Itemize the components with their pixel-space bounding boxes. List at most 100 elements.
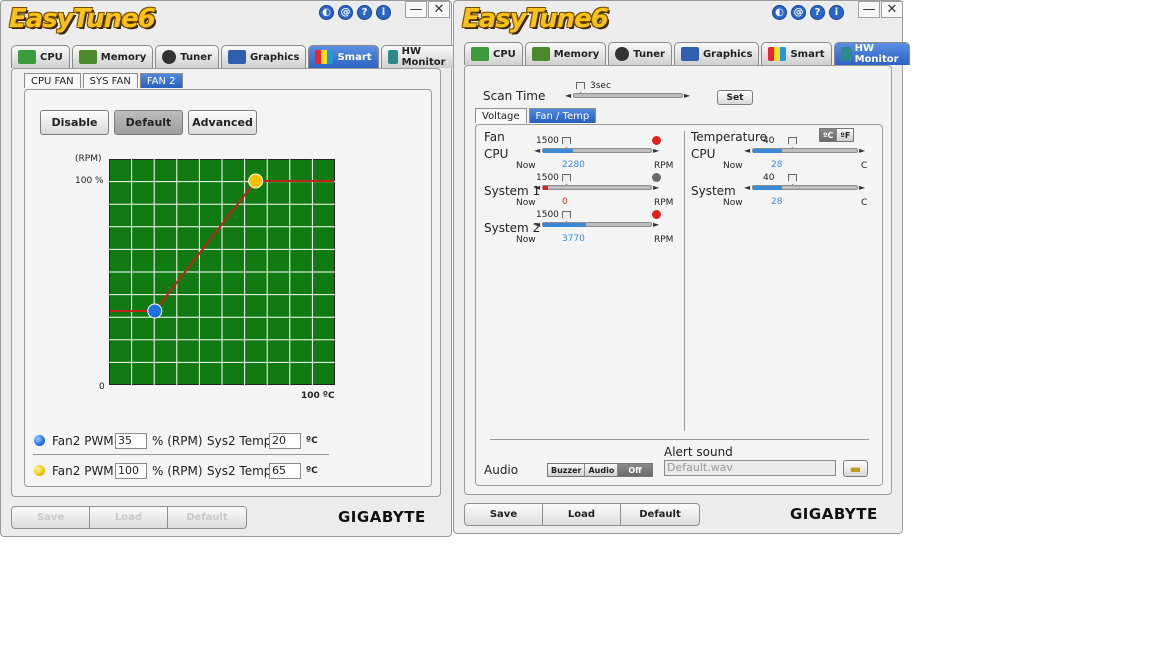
tab-cpu[interactable]: CPU [11, 45, 70, 68]
tab-tuner[interactable]: Tuner [155, 45, 219, 68]
tab-hw-monitor[interactable]: HW Monitor [833, 42, 910, 65]
temp-system-right-arrow-icon[interactable]: ► [859, 183, 865, 192]
email-icon[interactable]: @ [791, 5, 806, 20]
fahrenheit-toggle[interactable]: ºF [837, 129, 854, 141]
sys2-temp-low-input[interactable]: 20 [269, 433, 301, 449]
tab-tuner[interactable]: Tuner [608, 42, 672, 65]
fan-cpu-threshold-thumb[interactable] [562, 137, 571, 148]
fan-system-2-right-arrow-icon[interactable]: ► [653, 220, 659, 229]
high-control-point[interactable] [248, 173, 264, 189]
scan-time-value: 3sec [590, 81, 611, 91]
tab-cpu[interactable]: CPU [464, 42, 523, 65]
help-icon[interactable]: ? [357, 5, 372, 20]
subtab-fan-2[interactable]: FAN 2 [139, 73, 183, 88]
fan-system-2-unit: RPM [654, 235, 674, 245]
temp-unit-toggle: ºC ºF [819, 128, 855, 142]
sys2-temp-high-input[interactable]: 65 [269, 463, 301, 479]
scan-time-thumb[interactable] [576, 82, 585, 93]
email-icon[interactable]: @ [338, 5, 353, 20]
tab-memory[interactable]: Memory [71, 45, 154, 68]
fan-system-2-threshold-thumb[interactable] [562, 211, 571, 222]
temp-cpu-unit: C [861, 161, 868, 171]
fan-curve-chart[interactable] [109, 159, 335, 385]
graphics-icon [680, 47, 699, 61]
temp-cpu-label: CPU [691, 147, 716, 161]
subtab-voltage[interactable]: Voltage [475, 108, 527, 123]
scan-left-arrow-icon[interactable]: ◄ [565, 91, 571, 100]
buzzer-option[interactable]: Buzzer [548, 464, 586, 476]
easytune-logo: EasyTune6 [9, 4, 156, 34]
tab-graphics[interactable]: Graphics [673, 42, 760, 65]
default-action-button[interactable]: Default [168, 507, 246, 528]
fan-cpu-left-arrow-icon[interactable]: ◄ [534, 146, 540, 155]
fan-system-2-left-arrow-icon[interactable]: ◄ [534, 220, 540, 229]
subtab-cpu-fan[interactable]: CPU FAN [24, 73, 81, 88]
sys2-temp-label-2: Sys2 Temp [207, 464, 272, 478]
subtab-fan-temp[interactable]: Fan / Temp [528, 108, 597, 123]
blue-point-marker-icon [34, 435, 45, 446]
close-button[interactable]: ✕ [428, 1, 450, 18]
fan2-pwm-high-input[interactable]: 100 [115, 463, 147, 479]
save-button[interactable]: Save [12, 507, 90, 528]
tab-hw-monitor[interactable]: HW Monitor [380, 45, 457, 68]
fan-cpu-label: CPU [484, 147, 509, 161]
minimize-button[interactable]: — [405, 1, 427, 18]
tab-graphics[interactable]: Graphics [220, 45, 307, 68]
scan-right-arrow-icon[interactable]: ► [684, 91, 690, 100]
save-button[interactable]: Save [465, 504, 543, 525]
fan-cpu-threshold: 1500 [536, 136, 559, 146]
y-unit-label: (RPM) [75, 154, 102, 164]
help-icon[interactable]: ? [810, 5, 825, 20]
scan-time-slider[interactable] [573, 93, 683, 98]
info-icon[interactable]: i [376, 5, 391, 20]
temp-system-unit: C [861, 198, 868, 208]
fan-system-1-right-arrow-icon[interactable]: ► [653, 183, 659, 192]
column-divider [684, 131, 685, 431]
yellow-point-marker-icon [34, 465, 45, 476]
advanced-button[interactable]: Advanced [188, 110, 257, 135]
fan-system-1-slider[interactable] [542, 185, 652, 190]
live-update-icon[interactable]: ◐ [772, 5, 787, 20]
audio-label: Audio [484, 463, 519, 477]
hw-monitor-panel: Scan Time ◄ ► 3sec Set Voltage Fan / Tem… [464, 65, 892, 495]
monitor-subtabs: Voltage Fan / Temp [475, 108, 597, 123]
tuner-icon [162, 50, 177, 64]
tab-memory[interactable]: Memory [524, 42, 607, 65]
default-action-button[interactable]: Default [621, 504, 699, 525]
browse-folder-icon[interactable]: ▬ [843, 460, 868, 477]
load-button[interactable]: Load [543, 504, 621, 525]
temp-unit-label: ºC [306, 436, 318, 446]
temp-cpu-right-arrow-icon[interactable]: ► [859, 146, 865, 155]
alert-sound-file-input[interactable]: Default.wav [664, 460, 836, 476]
disable-button[interactable]: Disable [40, 110, 109, 135]
fan-system-1-threshold-thumb[interactable] [562, 174, 571, 185]
fan-cpu-right-arrow-icon[interactable]: ► [653, 146, 659, 155]
set-button[interactable]: Set [717, 90, 753, 105]
subtab-sys-fan[interactable]: SYS FAN [82, 73, 138, 88]
fan-system-1-left-arrow-icon[interactable]: ◄ [534, 183, 540, 192]
fan-cpu-now-label: Now [516, 161, 536, 171]
celsius-toggle[interactable]: ºC [820, 129, 838, 141]
row-divider [33, 454, 329, 455]
fan2-pwm-low-input[interactable]: 35 [115, 433, 147, 449]
minimize-button[interactable]: — [858, 1, 880, 18]
temp-cpu-threshold-thumb[interactable] [788, 137, 797, 148]
fan-system-1-threshold: 1500 [536, 173, 559, 183]
tab-smart[interactable]: Smart [308, 45, 379, 68]
temp-cpu-left-arrow-icon[interactable]: ◄ [744, 146, 750, 155]
load-button[interactable]: Load [90, 507, 168, 528]
fan-system-1-now-label: Now [516, 198, 536, 208]
tab-smart[interactable]: Smart [761, 42, 832, 65]
close-button[interactable]: ✕ [881, 1, 903, 18]
temp-system-threshold-thumb[interactable] [788, 174, 797, 185]
default-button[interactable]: Default [114, 110, 183, 135]
low-control-point[interactable] [147, 303, 163, 319]
audio-option[interactable]: Audio [585, 464, 619, 476]
live-update-icon[interactable]: ◐ [319, 5, 334, 20]
off-option[interactable]: Off [618, 464, 652, 476]
fan-system-1-label: System 1 [484, 184, 541, 198]
pwm-unit-label-2: % (RPM) [152, 464, 203, 478]
info-icon[interactable]: i [829, 5, 844, 20]
temp-system-level-fill [753, 186, 782, 190]
temp-system-left-arrow-icon[interactable]: ◄ [744, 183, 750, 192]
